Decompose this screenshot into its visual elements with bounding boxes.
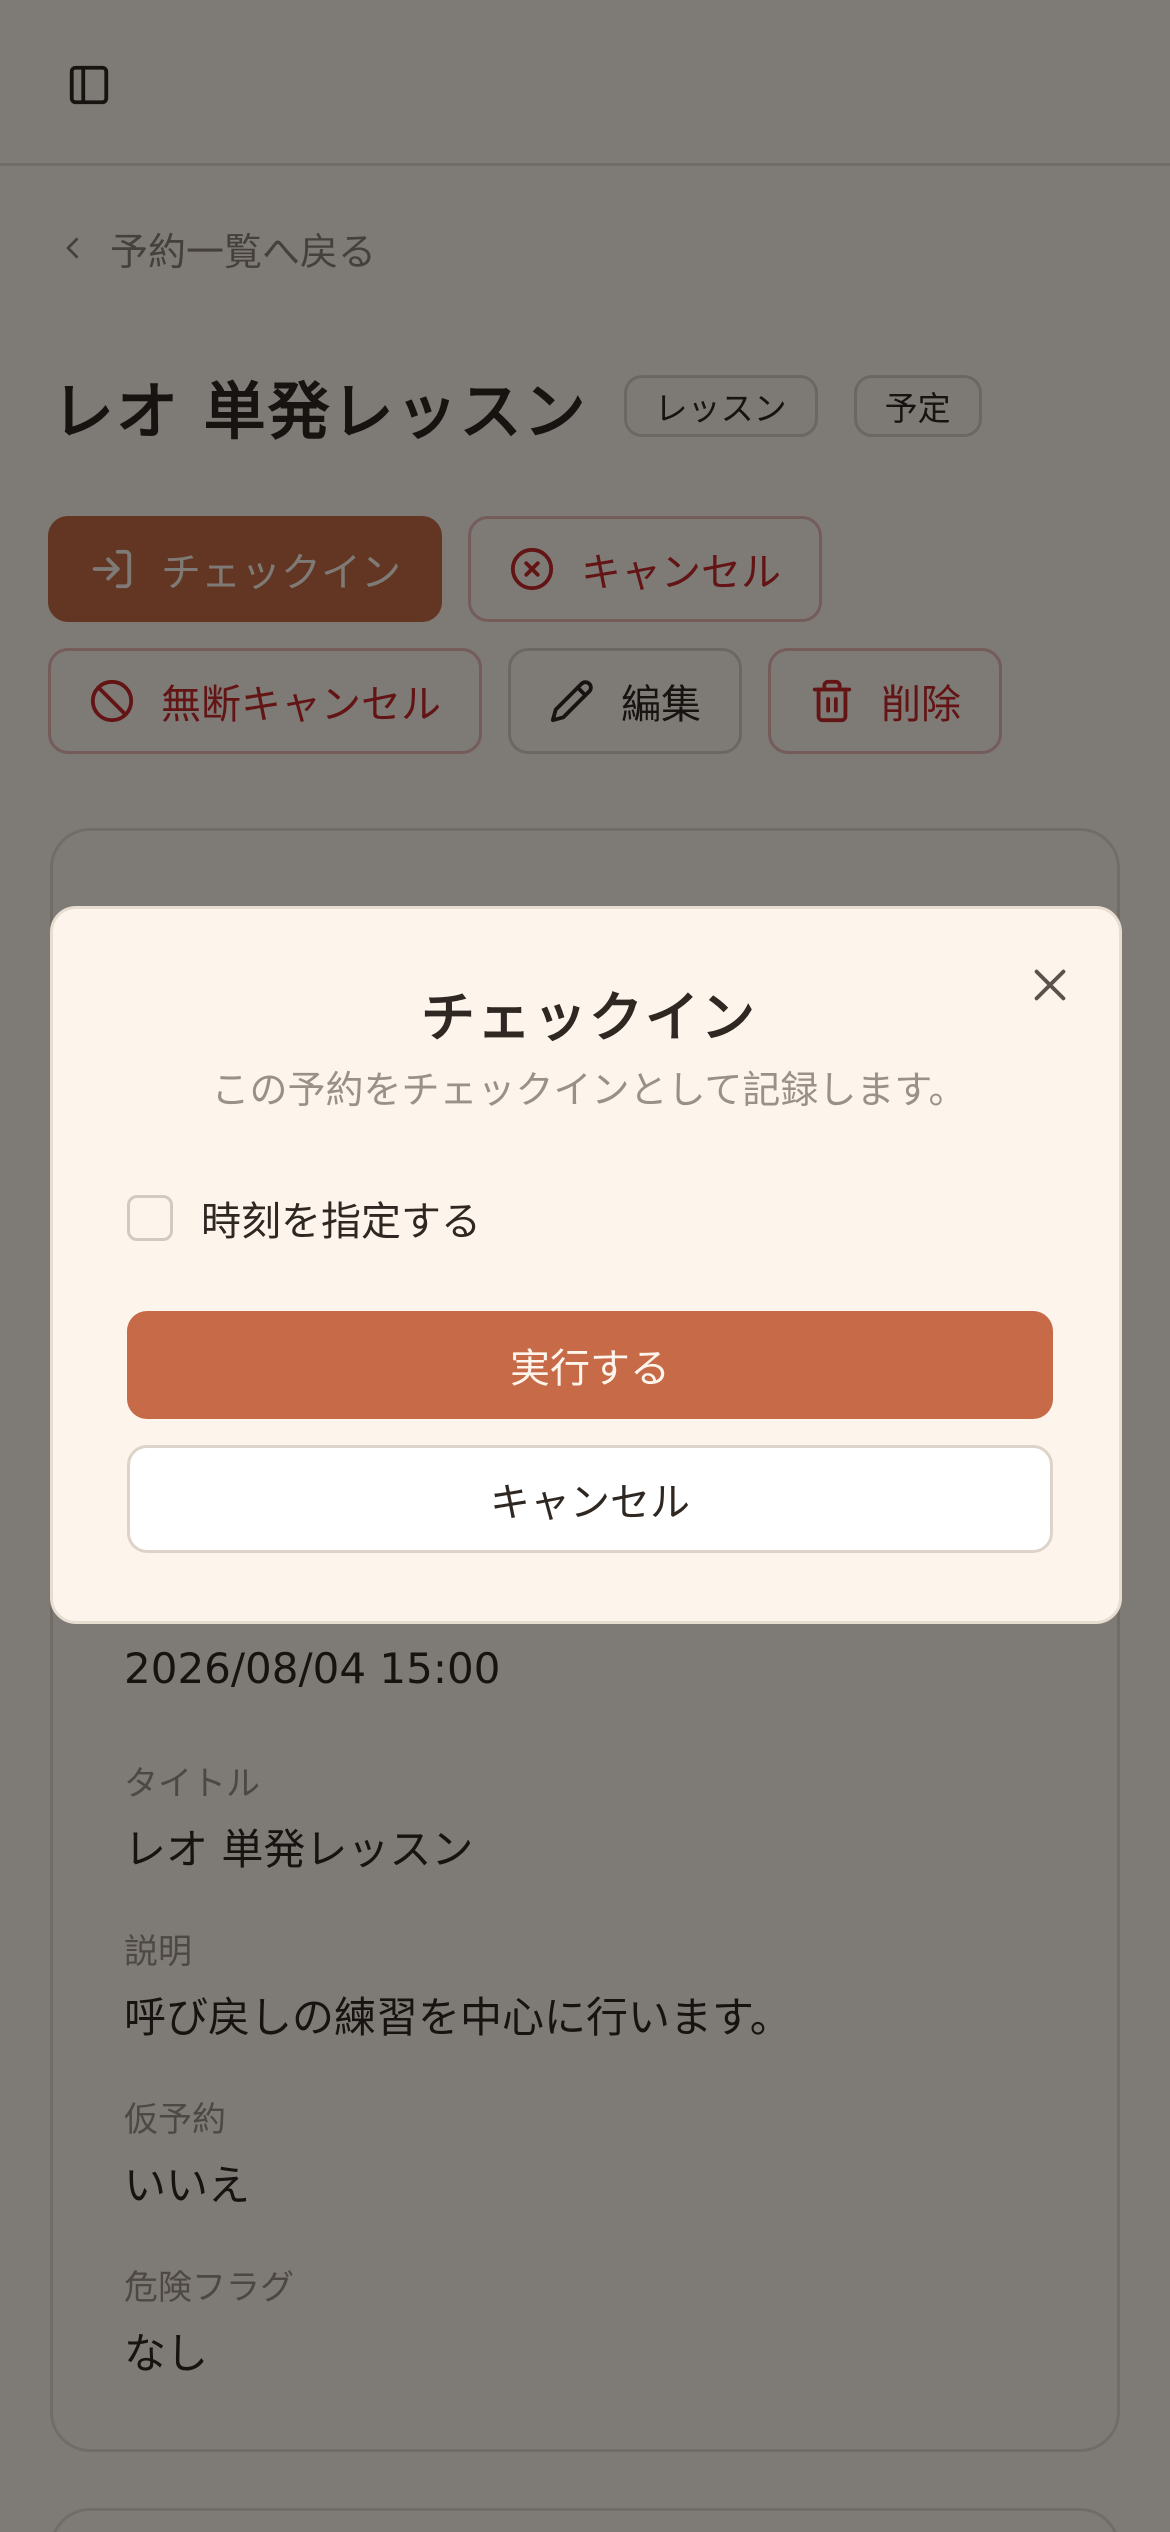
dialog-title: チェックイン <box>421 986 757 1049</box>
execute-button[interactable]: 実行する <box>127 1311 1053 1419</box>
specify-time-label: 時刻を指定する <box>201 1199 481 1245</box>
dialog-description: この予約をチェックインとして記録します。 <box>211 1068 967 1112</box>
specify-time-row[interactable]: 時刻を指定する <box>127 1189 481 1247</box>
app-root: 予約一覧へ戻る レオ 単発レッスン レッスン 予定 チェックイン キャンセル <box>0 0 1170 2532</box>
checkin-dialog: チェックイン この予約をチェックインとして記録します。 時刻を指定する 実行する… <box>50 906 1122 1624</box>
specify-time-checkbox[interactable] <box>127 1195 173 1241</box>
dialog-cancel-button[interactable]: キャンセル <box>127 1445 1053 1553</box>
